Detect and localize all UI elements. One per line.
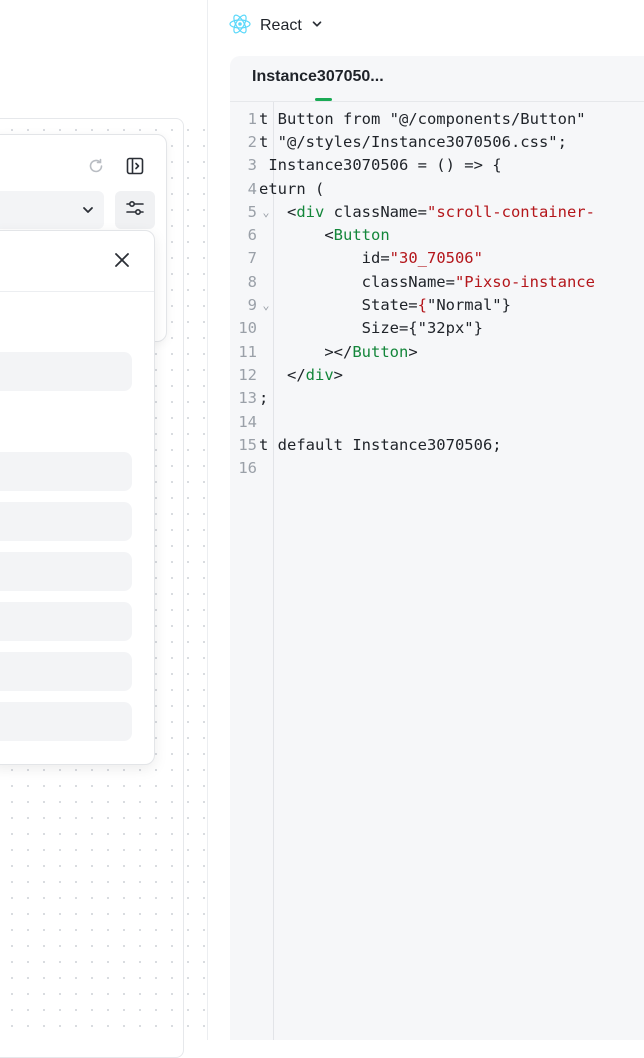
code-token: t default Instance3070506; xyxy=(259,435,502,454)
code-token: Instance3070506 = () => { xyxy=(259,156,502,175)
line-number: 6 xyxy=(247,226,257,245)
code-text: Instance3070506 = () => { xyxy=(259,156,502,175)
line-number: 3 xyxy=(247,156,257,175)
code-token: Button xyxy=(352,342,409,361)
code-token: "Pixso-instance xyxy=(454,272,595,291)
tab-bar-divider xyxy=(230,101,644,102)
code-token: eturn ( xyxy=(259,179,325,198)
code-text: ></Button> xyxy=(259,342,418,361)
line-number: 11 xyxy=(238,342,257,361)
line-number: 4 xyxy=(247,179,257,198)
code-line[interactable]: 6 <Button xyxy=(230,223,644,246)
code-line[interactable]: 14 xyxy=(230,410,644,433)
code-token: Button xyxy=(333,226,390,245)
panel-divider xyxy=(207,0,208,1040)
property-field-placeholder[interactable] xyxy=(0,702,132,741)
chevron-down-icon[interactable] xyxy=(76,198,100,222)
code-line[interactable]: 2t "@/styles/Instance3070506.css"; xyxy=(230,130,644,153)
code-token: </ xyxy=(259,365,306,384)
code-token: div xyxy=(296,202,325,221)
property-field-placeholder[interactable] xyxy=(0,502,132,541)
code-text: ; xyxy=(259,389,268,407)
code-token: div xyxy=(305,365,334,384)
sidebar-toggle-icon[interactable] xyxy=(123,154,147,178)
code-text: </div> xyxy=(259,366,343,384)
code-token: < xyxy=(259,202,297,221)
property-field-placeholder[interactable] xyxy=(0,652,132,691)
line-number: 1 xyxy=(247,109,257,128)
framework-selector[interactable]: React xyxy=(228,12,324,40)
code-text: id="30_70506" xyxy=(259,249,483,267)
code-text: t Button from "@/components/Button" xyxy=(259,110,586,128)
code-token: "scroll-container- xyxy=(426,202,595,221)
code-text: State={"Normal"} xyxy=(259,296,511,314)
code-editor[interactable]: 1t Button from "@/components/Button" 2 t "… xyxy=(230,107,644,480)
property-field-placeholder[interactable] xyxy=(0,452,132,491)
close-icon[interactable] xyxy=(110,248,134,272)
code-line[interactable]: 13; xyxy=(230,387,644,410)
framework-label: React xyxy=(260,17,302,34)
code-token: id= xyxy=(259,249,390,268)
code-token: className= xyxy=(259,272,455,291)
line-number: 9 xyxy=(247,296,257,315)
code-line[interactable]: 16 xyxy=(230,456,644,479)
code-line[interactable]: 3 Instance3070506 = () => { xyxy=(230,154,644,177)
code-text: <div className="scroll-container- xyxy=(259,203,595,221)
code-text: Size={"32px"} xyxy=(259,319,483,337)
code-token: ></ xyxy=(259,342,353,361)
code-token: t "@/styles/Instance3070506.css"; xyxy=(259,132,567,151)
popover-header-divider xyxy=(0,291,154,292)
code-text: t default Instance3070506; xyxy=(259,436,502,454)
chevron-down-icon xyxy=(310,17,324,36)
code-token: State= xyxy=(259,296,418,315)
line-number: 2 xyxy=(247,132,257,151)
code-text: t "@/styles/Instance3070506.css"; xyxy=(259,133,567,151)
code-token: { xyxy=(417,296,427,315)
code-token: Size={"32px"} xyxy=(259,319,483,338)
line-number: 12 xyxy=(238,365,257,384)
line-number: 8 xyxy=(247,272,257,291)
line-number: 16 xyxy=(238,459,257,478)
code-token: > xyxy=(408,342,418,361)
code-line[interactable]: 11 ></Button> xyxy=(230,340,644,363)
line-number: 7 xyxy=(247,249,257,268)
code-line[interactable]: 12 </div> xyxy=(230,363,644,386)
code-line[interactable]: 9 ⌄ State={"Normal"} xyxy=(230,293,644,316)
canvas-top-area xyxy=(0,0,207,118)
code-token: ; xyxy=(259,389,269,408)
property-field-placeholder[interactable] xyxy=(0,552,132,591)
line-number: 14 xyxy=(238,412,257,431)
line-number: 15 xyxy=(238,435,257,454)
code-text: className="Pixso-instance xyxy=(259,273,595,291)
code-token: > xyxy=(333,365,344,384)
code-line[interactable]: 4 eturn ( xyxy=(230,177,644,200)
react-logo-icon xyxy=(228,12,252,41)
property-field-placeholder[interactable] xyxy=(0,352,132,391)
line-number: 5 xyxy=(247,202,257,221)
code-token: < xyxy=(259,226,334,245)
code-line[interactable]: 5 ⌄ <div className="scroll-container- xyxy=(230,200,644,223)
code-token: t Button from "@/components/Button" xyxy=(259,109,586,128)
refresh-icon[interactable] xyxy=(84,154,108,178)
code-token: "30_70506" xyxy=(389,249,483,268)
code-text: eturn ( xyxy=(259,180,324,198)
code-line[interactable]: 10 Size={"32px"} xyxy=(230,317,644,340)
line-number: 10 xyxy=(238,319,257,338)
code-line[interactable]: 7 id="30_70506" xyxy=(230,247,644,270)
property-field-placeholder[interactable] xyxy=(0,602,132,641)
code-token: "Normal"} xyxy=(426,296,511,315)
code-line[interactable]: 1t Button from "@/components/Button" xyxy=(230,107,644,130)
code-text: <Button xyxy=(259,226,390,245)
code-line[interactable]: 15 t default Instance3070506; xyxy=(230,433,644,456)
code-line[interactable]: 8 className="Pixso-instance xyxy=(230,270,644,293)
sliders-icon xyxy=(124,197,146,224)
tab-instance-file[interactable]: Instance307050... xyxy=(252,68,384,86)
filter-settings-button[interactable] xyxy=(115,191,155,229)
code-token: className= xyxy=(324,202,427,221)
line-number: 13 xyxy=(238,389,257,408)
